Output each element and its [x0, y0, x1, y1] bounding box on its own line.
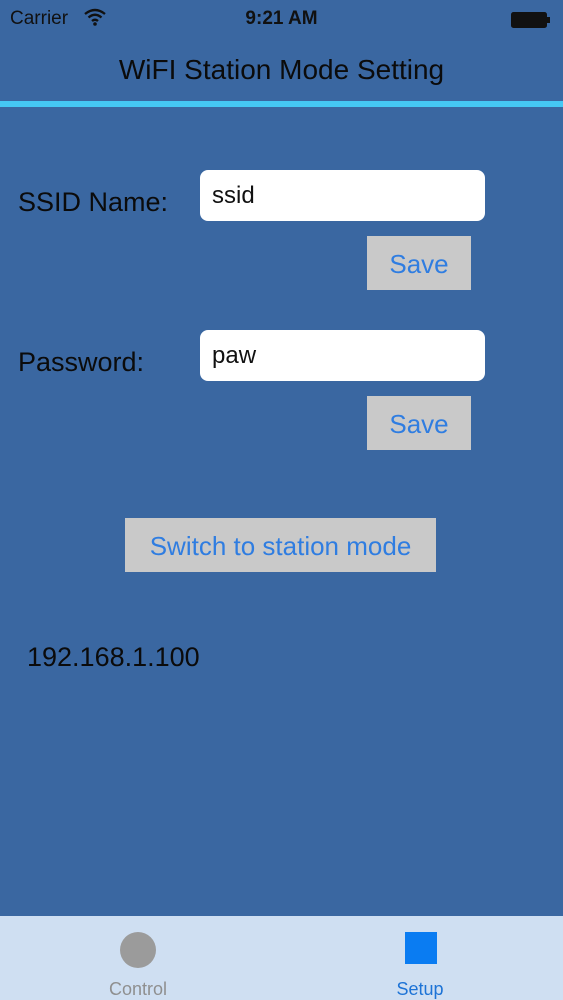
circle-icon [120, 932, 156, 968]
tab-control[interactable]: Control [68, 916, 208, 1000]
password-input[interactable] [200, 330, 485, 381]
battery-icon [511, 12, 550, 28]
clock: 9:21 AM [245, 8, 318, 29]
ssid-save-button[interactable]: Save [367, 236, 471, 290]
tab-label: Control [108, 979, 168, 999]
password-label: Password: [18, 347, 145, 377]
ssid-input[interactable] [200, 170, 485, 221]
square-icon [405, 932, 437, 964]
tab-label: Setup [396, 979, 444, 999]
status-bar: Carrier 9:21 AM [0, 0, 563, 40]
ssid-label: SSID Name: [18, 187, 169, 217]
ip-address: 192.168.1.100 [27, 642, 200, 672]
nav-divider [0, 101, 563, 107]
tab-setup[interactable]: Setup [350, 916, 490, 1000]
password-save-button[interactable]: Save [367, 396, 471, 450]
page-title: WiFI Station Mode Setting [118, 54, 445, 85]
switch-to-station-mode-button[interactable]: Switch to station mode [125, 518, 436, 572]
tab-bar: Control Setup [0, 916, 563, 1000]
navigation-bar: WiFI Station Mode Setting [0, 40, 563, 102]
